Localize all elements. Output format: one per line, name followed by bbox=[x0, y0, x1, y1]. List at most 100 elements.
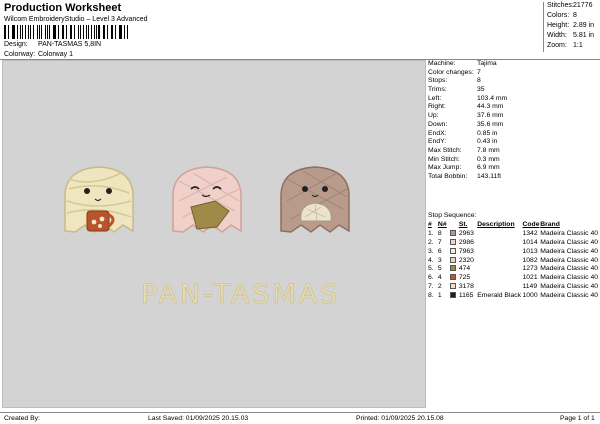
thread-description bbox=[477, 265, 522, 274]
right-row: Right: 44.3 mm bbox=[428, 103, 504, 111]
colorway-row: Colorway: Colorway 1 bbox=[4, 51, 73, 59]
table-row: 4. 3 2320 1082 Madeira Classic 40 bbox=[428, 256, 598, 265]
stat-colors: Colors: 8 bbox=[547, 12, 577, 19]
thread-code: 1342 bbox=[522, 230, 538, 238]
last-saved: Last Saved: 01/09/2025 20.15.03 bbox=[148, 415, 249, 422]
max-jump-row: Max Jump: 6.9 mm bbox=[428, 164, 500, 172]
worksheet-title: Production Worksheet bbox=[4, 2, 122, 14]
color-swatch bbox=[450, 247, 459, 256]
thread-color-swatch bbox=[450, 274, 457, 281]
col-swatch bbox=[450, 221, 459, 230]
table-row: 5. 5 474 1273 Madeira Classic 40 bbox=[428, 265, 598, 274]
trims-row: Trims: 35 bbox=[428, 86, 485, 94]
needle-number: 6 bbox=[437, 247, 442, 255]
colorway-value: Colorway 1 bbox=[37, 51, 73, 58]
thread-description bbox=[477, 283, 522, 292]
design-label: Design: bbox=[4, 41, 28, 48]
machine-row: Machine: Tajima bbox=[428, 60, 497, 67]
ghost-mummy-illustration bbox=[64, 166, 134, 233]
needle-number: 7 bbox=[437, 239, 442, 247]
stitch-count: 1165 bbox=[458, 291, 474, 299]
table-row: 6. 4 725 1021 Madeira Classic 40 bbox=[428, 274, 598, 283]
thread-color-swatch bbox=[450, 247, 457, 254]
col-description: Description bbox=[477, 221, 515, 229]
needle-number: 4 bbox=[437, 274, 442, 282]
stop-number: 7. bbox=[428, 283, 434, 291]
created-by: Created By: bbox=[4, 415, 40, 422]
color-swatch bbox=[450, 256, 459, 265]
color-swatch bbox=[450, 265, 459, 274]
stitch-count: 7963 bbox=[458, 247, 474, 255]
stitch-count: 3178 bbox=[458, 283, 474, 291]
min-stitch-row: Min Stitch: 0.3 mm bbox=[428, 155, 500, 163]
col-code: Code bbox=[522, 221, 540, 229]
stops-row: Stops: 8 bbox=[428, 77, 481, 85]
thread-color-swatch bbox=[450, 256, 457, 263]
thread-code: 1013 bbox=[522, 247, 538, 255]
endy-row: EndY: 0.43 in bbox=[428, 138, 498, 146]
thread-brand: Madeira Classic 40 bbox=[540, 291, 598, 299]
color-swatch bbox=[450, 283, 459, 292]
table-row: 7. 2 3178 1149 Madeira Classic 40 bbox=[428, 283, 598, 292]
design-value: PAN-TASMAS 5,8IN bbox=[37, 41, 102, 48]
thread-description bbox=[477, 247, 522, 256]
stop-number: 4. bbox=[428, 256, 434, 264]
design-text: PAN-TASMAS bbox=[141, 279, 341, 311]
thread-code: 1014 bbox=[522, 239, 538, 247]
thread-brand: Madeira Classic 40 bbox=[540, 247, 598, 255]
thread-color-swatch bbox=[450, 283, 457, 290]
design-row: Design: PAN-TASMAS 5,8IN bbox=[4, 41, 101, 49]
stop-sequence-heading: Stop Sequence: bbox=[428, 212, 477, 219]
stitch-count: 2986 bbox=[458, 239, 474, 247]
stitch-count: 725 bbox=[458, 274, 471, 282]
stat-stitches: Stitches: 21776 bbox=[547, 2, 593, 9]
stop-number: 3. bbox=[428, 247, 434, 255]
stop-sequence-body: 1. 8 2963 1342 Madeira Classic 40 2. 7 2986 1014… bbox=[428, 230, 598, 300]
design-stats: Stitches: 21776 Colors: 8 Height: 2.89 in W… bbox=[543, 2, 599, 52]
color-swatch bbox=[450, 274, 459, 283]
down-row: Down: 35.6 mm bbox=[428, 120, 504, 128]
thread-brand: Madeira Classic 40 bbox=[540, 230, 598, 238]
col-needle: N# bbox=[437, 221, 447, 229]
total-bobbin-row: Total Bobbin: 143.11ft bbox=[428, 172, 502, 180]
barcode bbox=[4, 25, 129, 39]
stop-sequence-table: # N# St. Description Code Brand 1. 8 2963 1… bbox=[428, 221, 598, 300]
up-row: Up: 37.6 mm bbox=[428, 112, 504, 120]
col-stop: # bbox=[428, 221, 432, 229]
stop-sequence: Stop Sequence: # N# St. Description Code… bbox=[428, 212, 598, 300]
col-brand: Brand bbox=[540, 221, 560, 229]
thread-color-swatch bbox=[450, 265, 457, 272]
color-changes-row: Color changes: 7 bbox=[428, 68, 481, 76]
thread-color-swatch bbox=[450, 291, 457, 298]
table-row: 2. 7 2986 1014 Madeira Classic 40 bbox=[428, 239, 598, 248]
col-stitches: St. bbox=[458, 221, 468, 229]
ghost-pink-illustration bbox=[172, 166, 242, 233]
stitch-count: 2963 bbox=[458, 230, 474, 238]
needle-number: 5 bbox=[437, 265, 442, 273]
needle-number: 3 bbox=[437, 256, 442, 264]
color-swatch bbox=[450, 230, 459, 239]
needle-number: 2 bbox=[437, 283, 442, 291]
stat-height: Height: 2.89 in bbox=[547, 22, 595, 29]
software-subtitle: Wilcom EmbroideryStudio – Level 3 Advanc… bbox=[4, 16, 148, 23]
embroidery-artwork bbox=[64, 166, 350, 233]
stitch-count: 2320 bbox=[458, 256, 474, 264]
stop-number: 1. bbox=[428, 230, 434, 238]
thread-brand: Madeira Classic 40 bbox=[540, 256, 598, 264]
table-row: 8. 1 1165 Emerald Black 1000 Madeira Classic … bbox=[428, 291, 598, 300]
design-preview: PAN-TASMAS bbox=[2, 60, 426, 408]
table-row: 1. 8 2963 1342 Madeira Classic 40 bbox=[428, 230, 598, 239]
stop-number: 8. bbox=[428, 291, 434, 299]
color-swatch bbox=[450, 239, 459, 248]
thread-description bbox=[477, 274, 522, 283]
stop-number: 2. bbox=[428, 239, 434, 247]
thread-description bbox=[477, 239, 522, 248]
color-swatch bbox=[450, 291, 459, 300]
thread-color-swatch bbox=[450, 230, 457, 237]
thread-code: 1149 bbox=[522, 283, 538, 291]
footer: Created By: Last Saved: 01/09/2025 20.15… bbox=[0, 412, 600, 424]
page-number: Page 1 of 1 bbox=[560, 415, 595, 422]
colorway-label: Colorway: bbox=[4, 51, 36, 58]
machine-info: Machine: Tajima Color changes: 7 Stops: 8 T… bbox=[428, 60, 598, 182]
thread-code: 1273 bbox=[522, 265, 538, 273]
